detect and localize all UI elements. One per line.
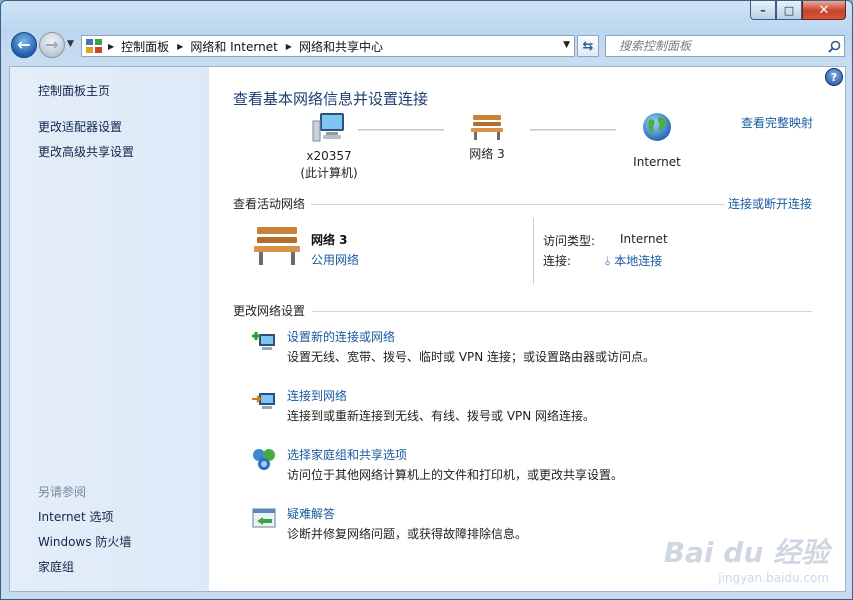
search-input[interactable]	[606, 38, 824, 54]
watermark-brand: Bai du 经验	[663, 536, 829, 569]
internet-label: Internet	[633, 155, 681, 169]
recent-pages-dropdown[interactable]: ▼	[67, 39, 74, 49]
vertical-divider	[533, 218, 534, 284]
active-networks-heading: 查看活动网络	[233, 197, 306, 211]
forward-button[interactable]: →	[39, 32, 65, 58]
maximize-icon: □	[783, 3, 795, 17]
connection-line	[358, 129, 444, 131]
access-type-value: Internet	[620, 232, 668, 246]
breadcrumb-network-sharing-center[interactable]: 网络和共享中心	[299, 38, 383, 55]
content-area: 控制面板主页 更改适配器设置 更改高级共享设置 另请参阅 Internet 选项…	[9, 66, 846, 592]
main-panel: ? 查看基本网络信息并设置连接 查看完整映射 x20357 (此计算机) 网络 …	[209, 67, 845, 591]
network-location-link[interactable]: 公用网络	[311, 251, 359, 268]
watermark-url: jingyan.baidu.com	[718, 571, 829, 585]
new-connection-icon	[252, 332, 275, 350]
forward-arrow-icon: →	[45, 35, 59, 54]
navigation-bar: ← → ▼ ▶ 控制面板 ▶ 网络和 Internet ▶ 网络和共享中心 ▼ ⇆	[9, 30, 845, 62]
minimize-icon: –	[760, 3, 766, 17]
connect-disconnect-link[interactable]: 连接或断开连接	[728, 195, 812, 212]
breadcrumb-separator-icon[interactable]: ▶	[177, 42, 183, 51]
sidebar-item-internet-options[interactable]: Internet 选项	[38, 508, 113, 525]
ethernet-plug-icon: ⫰	[605, 254, 611, 268]
homegroup-icon	[253, 449, 275, 470]
control-panel-icon	[85, 38, 103, 54]
back-arrow-icon: ←	[17, 35, 31, 54]
crumb-arrow-icon[interactable]: ▶	[106, 42, 121, 51]
address-bar[interactable]: ▶ 控制面板 ▶ 网络和 Internet ▶ 网络和共享中心 ▼	[81, 35, 575, 57]
breadcrumb-network-internet[interactable]: 网络和 Internet ▶	[190, 38, 299, 55]
close-icon: ✕	[818, 2, 830, 18]
see-also-label: 另请参阅	[38, 485, 87, 499]
computer-icon	[312, 113, 344, 142]
baidu-watermark: Bai du 经验 jingyan.baidu.com	[664, 531, 829, 585]
close-button[interactable]: ✕	[802, 1, 846, 20]
back-button[interactable]: ←	[11, 32, 37, 58]
local-connection-link[interactable]: ⫰ 本地连接	[605, 252, 662, 269]
section-divider	[312, 311, 812, 312]
sidebar-item-windows-firewall[interactable]: Windows 防火墙	[38, 533, 131, 550]
active-network-name: 网络 3	[311, 233, 348, 247]
minimize-button[interactable]: –	[750, 1, 776, 20]
address-history-dropdown[interactable]: ▼	[563, 40, 570, 50]
connection-row: 连接: ⫰ 本地连接	[543, 252, 662, 269]
sidebar-item-change-adapter-settings[interactable]: 更改适配器设置	[38, 118, 122, 135]
maximize-button[interactable]: □	[776, 1, 802, 20]
connection-label: 连接:	[543, 254, 572, 268]
sidebar: 控制面板主页 更改适配器设置 更改高级共享设置 另请参阅 Internet 选项…	[10, 67, 209, 591]
troubleshoot-icon	[252, 508, 276, 528]
breadcrumb-separator-icon[interactable]: ▶	[286, 42, 292, 51]
access-type-label: 访问类型:	[543, 234, 596, 248]
task-title: 选择家庭组和共享选项	[287, 448, 408, 462]
see-full-map-link[interactable]: 查看完整映射	[741, 114, 813, 131]
task-description: 连接到或重新连接到无线、有线、拨号或 VPN 网络连接。	[287, 409, 596, 423]
sidebar-item-control-panel-home[interactable]: 控制面板主页	[38, 82, 110, 99]
breadcrumb-control-panel[interactable]: 控制面板 ▶	[121, 38, 190, 55]
search-icon[interactable]	[824, 40, 844, 53]
bench-icon	[471, 115, 503, 140]
search-box	[605, 35, 845, 57]
change-settings-heading: 更改网络设置	[233, 304, 306, 318]
refresh-button[interactable]: ⇆	[577, 35, 599, 57]
network-node[interactable]: 网络 3	[454, 113, 520, 163]
task-title: 连接到网络	[287, 389, 348, 403]
task-title: 疑难解答	[287, 507, 336, 521]
globe-icon	[643, 113, 671, 141]
computer-name: x20357	[306, 149, 352, 163]
task-description: 设置无线、宽带、拨号、临时或 VPN 连接；或设置路由器或访问点。	[287, 350, 656, 364]
refresh-icon: ⇆	[582, 38, 594, 54]
network-name: 网络 3	[469, 147, 505, 161]
computer-node[interactable]: x20357 (此计算机)	[289, 111, 369, 182]
network-sharing-center-window: – □ ✕ ← → ▼ ▶ 控制面板 ▶ 网络和 Internet ▶ 网络和共享中…	[0, 0, 853, 600]
task-description: 访问位于其他网络计算机上的文件和打印机，或更改共享设置。	[287, 468, 624, 482]
page-title: 查看基本网络信息并设置连接	[233, 90, 429, 108]
internet-node[interactable]: Internet	[619, 111, 695, 171]
sidebar-item-advanced-sharing-settings[interactable]: 更改高级共享设置	[38, 143, 134, 160]
window-controls: – □ ✕	[750, 1, 846, 20]
connection-line	[530, 129, 616, 131]
section-divider	[311, 204, 725, 205]
help-icon[interactable]: ?	[825, 68, 843, 86]
computer-note: (此计算机)	[300, 166, 358, 180]
sidebar-item-homegroup[interactable]: 家庭组	[38, 558, 74, 575]
access-type-row: 访问类型: Internet	[543, 232, 668, 249]
connect-network-icon	[252, 393, 275, 409]
bench-icon	[254, 227, 300, 265]
task-description: 诊断并修复网络问题，或获得故障排除信息。	[287, 527, 528, 541]
task-title: 设置新的连接或网络	[287, 330, 396, 344]
